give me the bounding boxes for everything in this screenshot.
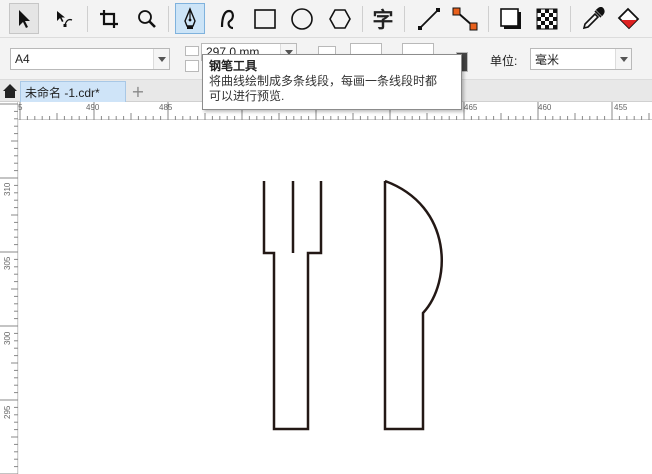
arrow-pointer-icon bbox=[19, 9, 30, 28]
ruler-h-label: 5 bbox=[18, 103, 23, 112]
ruler-v-label: 300 bbox=[3, 331, 12, 345]
node-connector-icon bbox=[452, 7, 478, 30]
magnifier-icon bbox=[138, 9, 156, 28]
vertical-ruler[interactable]: 310 305 300 295 bbox=[0, 102, 18, 474]
ruler-v-label: 295 bbox=[3, 405, 12, 419]
pen-tool-tooltip: 钢笔工具 将曲线绘制成多条线段，每画一条线段时都 可以进行预览. bbox=[202, 54, 462, 110]
crop-icon bbox=[100, 9, 118, 28]
add-document-tab[interactable]: + bbox=[128, 81, 148, 102]
straight-line-icon bbox=[418, 7, 440, 30]
drop-shadow-icon bbox=[500, 7, 521, 29]
zoom-tool-button[interactable] bbox=[132, 3, 162, 34]
ruler-h-label: 455 bbox=[614, 103, 628, 112]
ruler-v-label: 310 bbox=[3, 182, 12, 196]
connector-tool-button[interactable] bbox=[414, 3, 444, 34]
main-toolbar: 字 bbox=[0, 0, 652, 38]
plus-icon: + bbox=[131, 82, 145, 101]
ruler-h-label: 460 bbox=[538, 103, 552, 112]
checkerboard-icon bbox=[536, 8, 558, 29]
paint-bucket-icon bbox=[617, 7, 640, 29]
pen-nib-icon bbox=[184, 6, 196, 29]
portrait-width-icon bbox=[185, 46, 199, 56]
units-label: 单位: bbox=[490, 54, 518, 68]
shape-edit-icon bbox=[57, 10, 73, 27]
ruler-v-label: 305 bbox=[3, 256, 12, 270]
curve-stroke-icon bbox=[220, 9, 234, 29]
crop-tool-button[interactable] bbox=[94, 3, 124, 34]
ruler-h-label: 465 bbox=[464, 103, 478, 112]
ellipse-icon bbox=[291, 7, 313, 30]
ruler-h-label: 490 bbox=[86, 103, 100, 112]
text-tool-button[interactable]: 字 bbox=[368, 3, 398, 34]
drop-shadow-tool-button[interactable] bbox=[496, 3, 526, 34]
knife-shape bbox=[383, 179, 443, 431]
chevron-down-icon bbox=[153, 49, 169, 69]
artistic-media-tool-button[interactable] bbox=[213, 3, 243, 34]
pick-tool-button[interactable] bbox=[9, 3, 39, 34]
document-tab-label: 未命名 -1.cdr* bbox=[25, 85, 100, 100]
interactive-fill-tool-button[interactable] bbox=[614, 3, 644, 34]
units-select[interactable]: 毫米 bbox=[530, 48, 632, 70]
ellipse-tool-button[interactable] bbox=[287, 3, 317, 34]
shape-tool-button[interactable] bbox=[49, 3, 79, 34]
eyedropper-icon bbox=[582, 6, 605, 29]
page-size-select[interactable]: A4 bbox=[10, 48, 170, 70]
chevron-down-icon bbox=[615, 49, 631, 69]
portrait-height-icon bbox=[185, 60, 199, 72]
units-value: 毫米 bbox=[535, 52, 560, 67]
hexagon-icon bbox=[329, 8, 351, 29]
document-tab[interactable]: 未命名 -1.cdr* bbox=[20, 81, 126, 102]
rectangle-icon bbox=[254, 8, 276, 29]
page-size-value: A4 bbox=[15, 52, 30, 66]
pen-tool-button[interactable] bbox=[175, 3, 205, 34]
home-icon[interactable] bbox=[2, 83, 18, 99]
rectangle-tool-button[interactable] bbox=[250, 3, 280, 34]
polygon-tool-button[interactable] bbox=[325, 3, 355, 34]
eyedropper-tool-button[interactable] bbox=[578, 3, 608, 34]
transparency-tool-button[interactable] bbox=[532, 3, 562, 34]
tooltip-title: 钢笔工具 bbox=[209, 59, 258, 73]
tooltip-description-line2: 可以进行预览. bbox=[209, 89, 285, 103]
drawing-shapes bbox=[262, 179, 443, 431]
tooltip-description-line1: 将曲线绘制成多条线段，每画一条线段时都 bbox=[209, 74, 438, 88]
drawing-canvas[interactable] bbox=[19, 120, 652, 474]
fork-shape bbox=[262, 181, 323, 431]
dimension-tool-button[interactable] bbox=[450, 3, 480, 34]
text-tool-glyph: 字 bbox=[372, 7, 394, 32]
ruler-h-label: 485 bbox=[159, 103, 173, 112]
